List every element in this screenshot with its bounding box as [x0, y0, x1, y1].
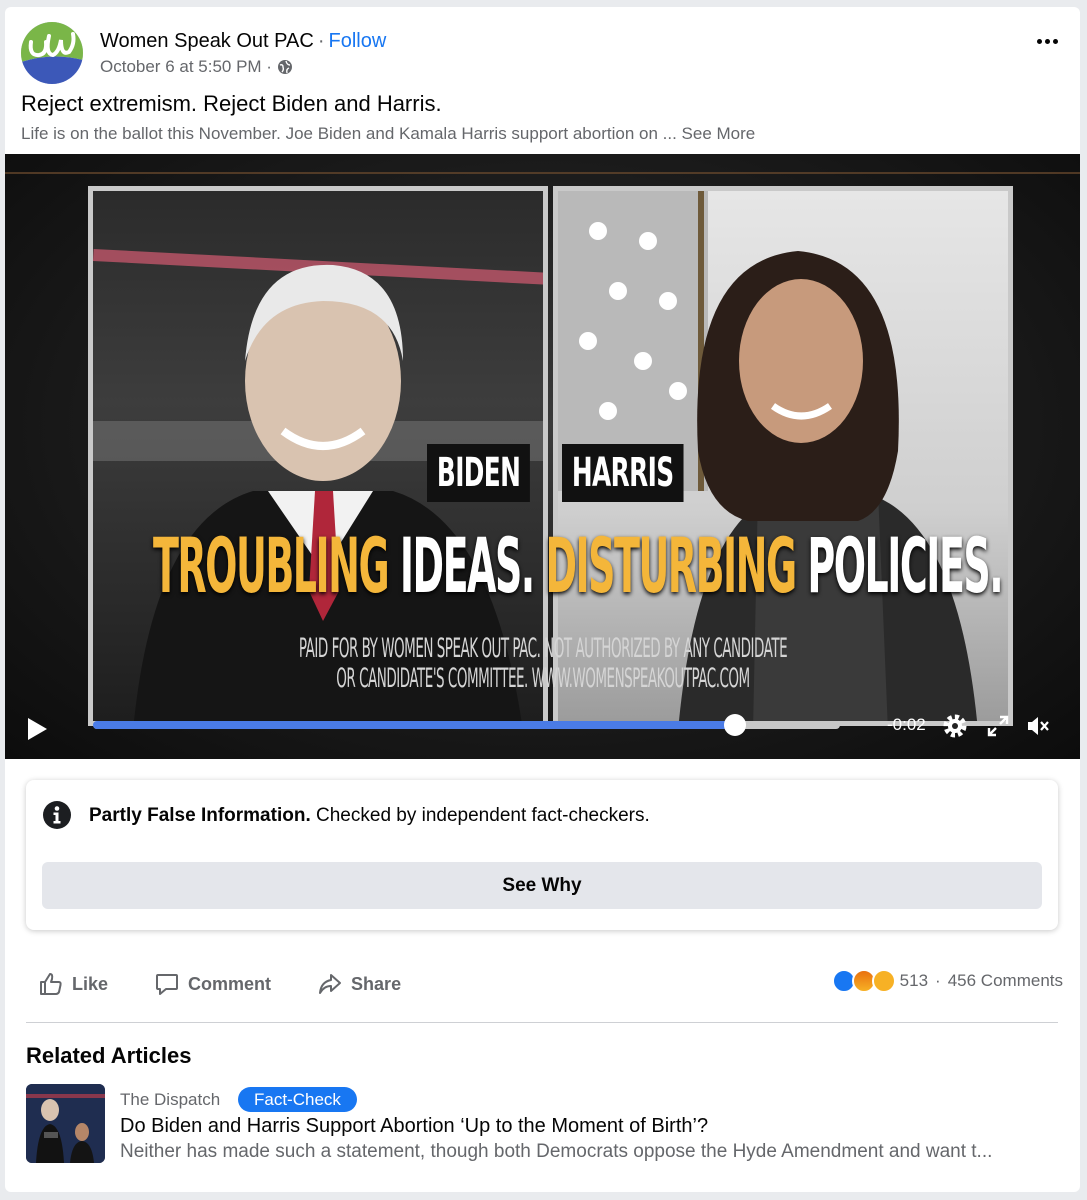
reaction-icons[interactable] — [831, 969, 896, 993]
disclaimer-line-2: OR CANDIDATE'S COMMITTEE. WWW.WOMENSPEAK… — [336, 663, 750, 694]
post-title: Reject extremism. Reject Biden and Harri… — [21, 91, 442, 116]
comment-icon — [156, 974, 179, 995]
info-icon — [43, 801, 71, 829]
share-label: Share — [351, 973, 402, 994]
progress-knob[interactable] — [724, 714, 747, 736]
see-why-button[interactable]: See Why — [42, 862, 1042, 909]
comment-label: Comment — [188, 973, 272, 994]
reaction-stats: 513 · 456 Comments — [831, 969, 1063, 993]
stats-separator: · — [935, 971, 941, 990]
disclaimer-line-1: PAID FOR BY WOMEN SPEAK OUT PAC. NOT AUT… — [298, 633, 788, 664]
video-progress-bar[interactable] — [93, 714, 840, 736]
fullscreen-icon[interactable] — [985, 713, 1011, 739]
video-controls: -0:02 — [5, 699, 1080, 759]
page-name-link[interactable]: Women Speak Out PAC — [100, 30, 314, 52]
video-headline: TROUBLING IDEAS. DISTURBING POLICIES. — [153, 526, 1004, 606]
fact-check-badge: Fact-Check — [238, 1087, 357, 1112]
page-header: Women Speak Out PAC · Follow — [100, 30, 386, 53]
video-name-tag-biden: BIDEN — [427, 444, 531, 502]
see-more-link[interactable]: See More — [682, 124, 756, 143]
sad-reaction-icon — [871, 969, 896, 993]
headline-word-2: IDEAS. — [399, 521, 535, 610]
muted-icon[interactable] — [1025, 713, 1051, 739]
play-icon[interactable] — [26, 717, 48, 741]
share-button[interactable]: Share — [317, 971, 401, 997]
like-label: Like — [72, 973, 109, 994]
article-thumbnail — [26, 1084, 105, 1163]
comment-button[interactable]: Comment — [154, 971, 271, 997]
video-name-tag-harris: HARRIS — [562, 444, 684, 502]
post-card: Women Speak Out PAC · Follow October 6 at … — [5, 7, 1080, 1192]
share-icon — [319, 974, 342, 994]
fact-check-notice: Partly False Information. Checked by ind… — [26, 780, 1058, 930]
fact-check-rating: Partly False Information. — [89, 805, 311, 826]
headline-word-3: DISTURBING — [545, 521, 797, 610]
more-options-icon[interactable] — [1032, 29, 1062, 53]
settings-icon[interactable] — [942, 713, 968, 739]
video-disclaimer: PAID FOR BY WOMEN SPEAK OUT PAC. NOT AUT… — [298, 634, 788, 694]
headline-word-1: TROUBLING — [153, 521, 390, 610]
time-remaining: -0:02 — [887, 715, 926, 734]
post-actions: Like Comment Share — [26, 967, 435, 1001]
video-frame-line — [5, 172, 1080, 174]
post-timestamp[interactable]: October 6 at 5:50 PM · — [100, 57, 272, 77]
post-description-text: Life is on the ballot this November. Joe… — [21, 124, 677, 143]
section-divider — [26, 1022, 1058, 1023]
reaction-count[interactable]: 513 — [900, 971, 928, 991]
comment-count[interactable]: 456 Comments — [948, 971, 1063, 991]
related-articles-heading: Related Articles — [26, 1043, 192, 1068]
globe-icon — [277, 60, 292, 74]
like-button[interactable]: Like — [38, 971, 108, 997]
article-snippet: Neither has made such a statement, thoug… — [120, 1141, 993, 1162]
follow-button[interactable]: Follow — [328, 30, 386, 52]
name-separator: · — [317, 30, 325, 52]
progress-fill — [93, 721, 736, 729]
article-source: The Dispatch — [120, 1090, 221, 1109]
video-player[interactable]: BIDEN HARRIS TROUBLING IDEAS. DISTURBING… — [5, 154, 1080, 759]
headline-word-4: POLICIES. — [807, 521, 1003, 610]
related-article[interactable]: The Dispatch Fact-Check Do Biden and Har… — [26, 1084, 1058, 1166]
thumbs-up-icon — [40, 973, 62, 995]
article-title[interactable]: Do Biden and Harris Support Abortion ‘Up… — [120, 1115, 708, 1138]
post-meta: October 6 at 5:50 PM · — [100, 57, 293, 77]
page-avatar[interactable] — [21, 22, 83, 84]
fact-check-source: Checked by independent fact-checkers. — [316, 805, 650, 826]
post-description: Life is on the ballot this November. Joe… — [21, 124, 755, 144]
fact-check-text: Partly False Information. Checked by ind… — [89, 805, 650, 827]
